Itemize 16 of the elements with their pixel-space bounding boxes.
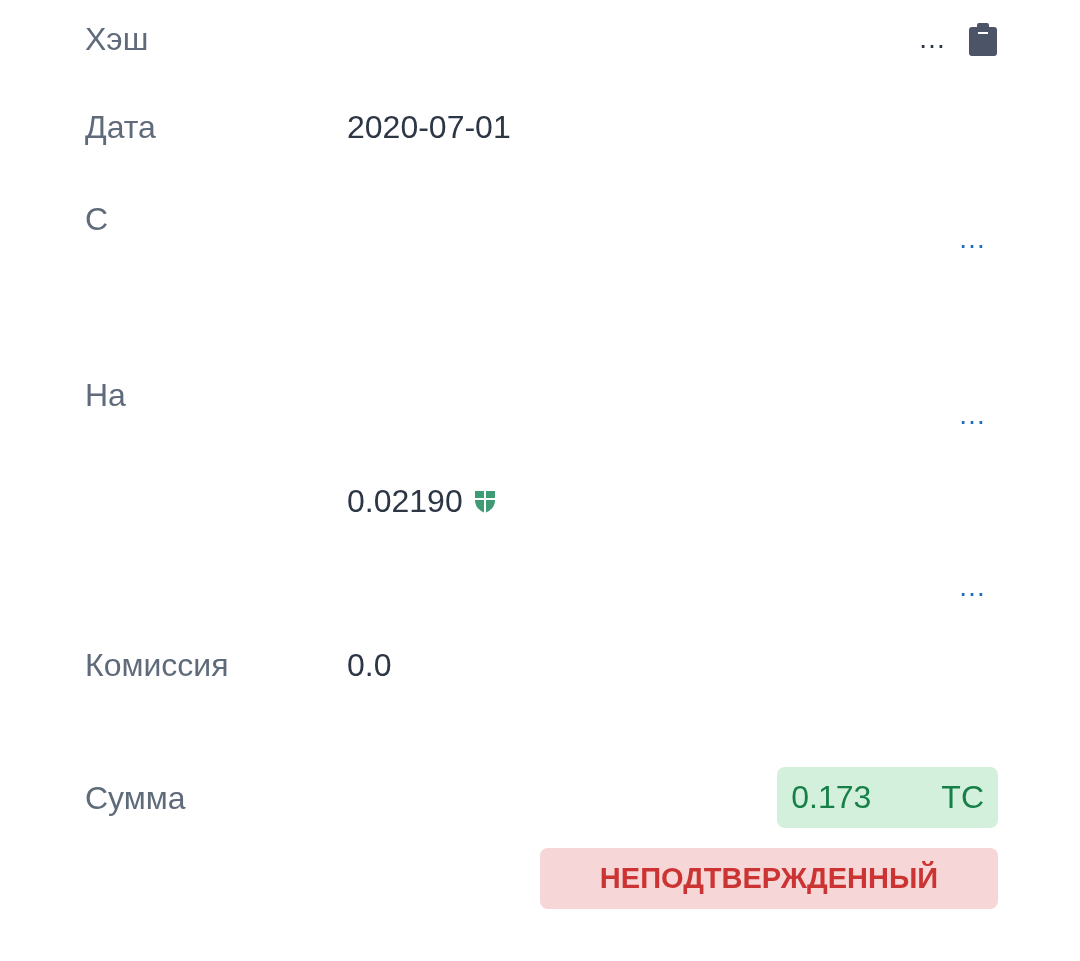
hash-text: … <box>918 22 946 56</box>
address-link[interactable]: … <box>958 392 986 438</box>
clipboard-icon[interactable] <box>968 22 998 56</box>
amount-text: 0.02190 <box>347 482 463 521</box>
address-link[interactable]: … <box>958 564 986 610</box>
field-label: Сумма <box>85 779 187 818</box>
field-label: На <box>85 376 127 415</box>
status-badge: НЕПОДТВЕРЖДЕННЫЙ <box>540 848 998 909</box>
field-label: Комиссия <box>85 646 230 685</box>
field-label: С <box>85 200 110 239</box>
field-label: Хэш <box>85 20 150 59</box>
field-label: Дата <box>85 108 157 147</box>
address-link[interactable]: … <box>958 216 986 262</box>
amount-text: 0.0 <box>347 646 392 685</box>
date-text: 2020-07-01 <box>347 108 512 147</box>
amount-badge: 0.173 TC <box>777 767 998 828</box>
